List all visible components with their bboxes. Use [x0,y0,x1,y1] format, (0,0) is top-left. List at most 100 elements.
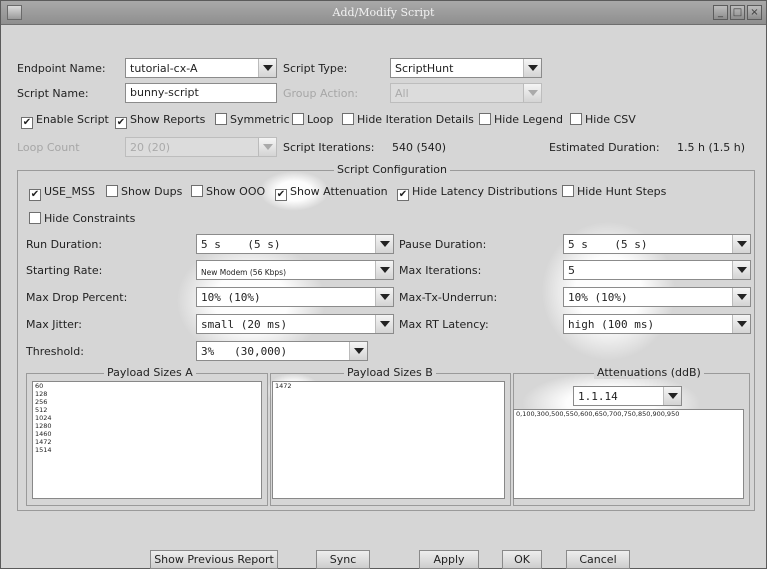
chevron-down-icon[interactable] [375,288,393,306]
hide-constraints-label: Hide Constraints [44,212,136,225]
script-type-label: Script Type: [283,62,348,75]
attenuation-selector-value: 1.1.14 [578,390,618,403]
payload-sizes-b-title: Payload Sizes B [344,366,436,379]
run-duration-value: 5 s (5 s) [201,238,281,251]
hide-csv-checkbox[interactable]: Hide CSV [570,113,636,126]
unchecked-box-icon [106,185,118,197]
max-drop-percent-select[interactable]: 10% (10%) [196,287,394,307]
script-name-input[interactable]: bunny-script [125,83,277,103]
max-iterations-label: Max Iterations: [399,264,482,277]
chevron-down-icon[interactable] [375,261,393,279]
list-item[interactable]: 1460 [33,430,261,438]
max-tx-underrun-label: Max-Tx-Underrun: [399,291,498,304]
close-icon[interactable]: × [747,5,762,20]
cancel-button[interactable]: Cancel [566,550,630,569]
run-duration-select[interactable]: 5 s (5 s) [196,234,394,254]
symmetric-checkbox[interactable]: Symmetric [215,113,290,126]
loop-checkbox[interactable]: Loop [292,113,333,126]
payload-sizes-a-list[interactable]: 60 128 256 512 1024 1280 1460 1472 1514 [32,381,262,499]
loop-label: Loop [307,113,334,126]
unchecked-box-icon [479,113,491,125]
show-reports-checkbox[interactable]: ✔ Show Reports [115,113,205,129]
payload-sizes-b-list[interactable]: 1472 [272,381,505,499]
list-item[interactable]: 0,100,300,500,550,600,650,700,750,850,90… [514,410,743,418]
chevron-down-icon[interactable] [663,387,681,405]
pause-duration-select[interactable]: 5 s (5 s) [563,234,751,254]
hide-latency-distributions-checkbox[interactable]: ✔ Hide Latency Distributions [397,185,557,201]
estimated-duration-label: Estimated Duration: [549,141,660,154]
list-item[interactable]: 1280 [33,422,261,430]
max-iterations-value: 5 [568,264,575,277]
loop-count-select[interactable]: 20 (20) [125,137,277,157]
chevron-down-icon[interactable] [732,235,750,253]
attenuations-title: Attenuations (ddB) [594,366,704,379]
chevron-down-icon[interactable] [258,59,276,77]
add-modify-script-dialog: Add/Modify Script _ □ × Endpoint Name: t… [0,0,767,569]
chevron-down-icon[interactable] [375,235,393,253]
unchecked-box-icon [215,113,227,125]
starting-rate-label: Starting Rate: [26,264,103,277]
threshold-select[interactable]: 3% (30,000) [196,341,368,361]
script-iterations-label: Script Iterations: [283,141,375,154]
max-rt-latency-value: high (100 ms) [568,318,655,331]
show-attenuation-label: Show Attenuation [290,185,388,198]
group-action-select[interactable]: All [390,83,542,103]
pause-duration-label: Pause Duration: [399,238,487,251]
show-previous-report-button[interactable]: Show Previous Report [150,550,278,569]
chevron-down-icon[interactable] [349,342,367,360]
symmetric-label: Symmetric [230,113,290,126]
show-reports-label: Show Reports [130,113,206,126]
max-jitter-value: small (20 ms) [201,318,288,331]
list-item[interactable]: 1024 [33,414,261,422]
window-title: Add/Modify Script [332,6,435,19]
pause-duration-value: 5 s (5 s) [568,238,648,251]
chevron-down-icon[interactable] [523,59,541,77]
show-ooo-checkbox[interactable]: Show OOO [191,185,265,198]
chevron-down-icon[interactable] [732,315,750,333]
threshold-label: Threshold: [26,345,84,358]
list-item[interactable]: 256 [33,398,261,406]
hide-constraints-checkbox[interactable]: Hide Constraints [29,212,135,225]
list-item[interactable]: 512 [33,406,261,414]
chevron-down-icon[interactable] [523,84,541,102]
list-item[interactable]: 1472 [273,382,504,390]
hide-iteration-details-checkbox[interactable]: Hide Iteration Details [342,113,474,126]
ok-button[interactable]: OK [502,550,542,569]
max-rt-latency-select[interactable]: high (100 ms) [563,314,751,334]
show-attenuation-checkbox[interactable]: ✔ Show Attenuation [275,185,388,201]
script-name-label: Script Name: [17,87,89,100]
minimize-icon[interactable]: _ [713,5,728,20]
max-tx-underrun-select[interactable]: 10% (10%) [563,287,751,307]
list-item[interactable]: 128 [33,390,261,398]
chevron-down-icon[interactable] [375,315,393,333]
chevron-down-icon[interactable] [732,288,750,306]
hide-legend-checkbox[interactable]: Hide Legend [479,113,563,126]
enable-script-checkbox[interactable]: ✔ Enable Script [21,113,109,129]
endpoint-name-select[interactable]: tutorial-cx-A [125,58,277,78]
starting-rate-select[interactable]: New Modem (56 Kbps) [196,260,394,280]
max-jitter-select[interactable]: small (20 ms) [196,314,394,334]
max-iterations-select[interactable]: 5 [563,260,751,280]
script-type-value: ScriptHunt [395,62,454,75]
chevron-down-icon[interactable] [732,261,750,279]
max-rt-latency-label: Max RT Latency: [399,318,489,331]
max-tx-underrun-value: 10% (10%) [568,291,628,304]
list-item[interactable]: 1514 [33,446,261,454]
list-item[interactable]: 1472 [33,438,261,446]
show-dups-checkbox[interactable]: Show Dups [106,185,182,198]
hide-csv-label: Hide CSV [585,113,636,126]
script-configuration-title: Script Configuration [334,163,450,176]
attenuation-selector[interactable]: 1.1.14 [573,386,682,406]
hide-hunt-steps-checkbox[interactable]: Hide Hunt Steps [562,185,666,198]
list-item[interactable]: 60 [33,382,261,390]
chevron-down-icon[interactable] [258,138,276,156]
sync-button[interactable]: Sync [316,550,370,569]
attenuation-values-list[interactable]: 0,100,300,500,550,600,650,700,750,850,90… [513,409,744,499]
apply-button[interactable]: Apply [419,550,479,569]
title-bar[interactable]: Add/Modify Script _ □ × [1,1,766,25]
unchecked-box-icon [191,185,203,197]
maximize-icon[interactable]: □ [730,5,745,20]
use-mss-checkbox[interactable]: ✔ USE_MSS [29,185,95,201]
script-type-select[interactable]: ScriptHunt [390,58,542,78]
endpoint-name-label: Endpoint Name: [17,62,106,75]
